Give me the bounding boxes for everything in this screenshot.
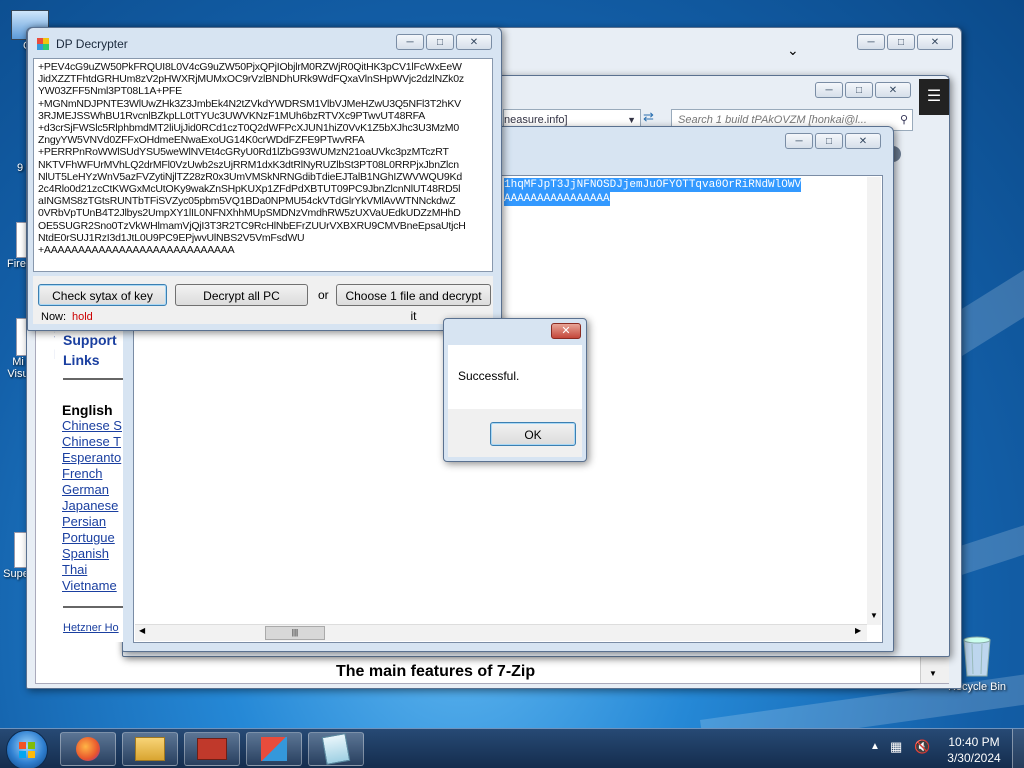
choose-file-button[interactable]: Choose 1 file and decrypt it: [336, 284, 491, 323]
key-line: +PEV4cG9uZW50PkFRQUI8L0V4cG9uZW50PjxQPjI…: [38, 61, 462, 73]
file-explorer-icon: [135, 737, 165, 761]
firefox-icon: [76, 737, 100, 761]
decrypter-window-controls: ─ □ ✕: [396, 34, 492, 50]
scroll-left-arrow-icon[interactable]: ◀: [139, 626, 145, 635]
chevron-down-icon[interactable]: ⌄: [787, 42, 799, 59]
key-line: NKTVFhWFUrMVhLQ2drMFl0VzUwb2szUjRRM1dxK3…: [38, 158, 459, 171]
network-icon[interactable]: ▦: [890, 739, 908, 755]
message-body: Successful.: [448, 345, 582, 409]
status-value: hold: [72, 311, 93, 323]
close-button[interactable]: ✕: [551, 323, 581, 339]
status-label: Now:: [41, 311, 67, 323]
minimize-button[interactable]: ─: [815, 82, 843, 98]
key-line: aINGMS8zTGtsRUNTbTFiSVZyc05pbm5VQ1BDa0NP…: [38, 195, 456, 208]
check-syntax-button[interactable]: Check sytax of key: [38, 284, 167, 306]
selected-text-line: 1hqMFJpT3JjNFNOSDJjemJuOFYOTTqva0OrRiRNd…: [504, 178, 802, 192]
app-icon: [37, 38, 49, 50]
language-link[interactable]: Thai: [62, 562, 122, 578]
language-link[interactable]: Chinese S: [62, 418, 122, 434]
close-button[interactable]: ✕: [917, 34, 953, 50]
file-explorer-taskbar-button[interactable]: [122, 732, 178, 766]
control-panel-icon: [261, 737, 287, 761]
key-line: 2c4Rlo0d21zcCtKWGxMcUtOKy9wakZnSHpKUXp1Z…: [38, 183, 461, 196]
language-link[interactable]: Persian: [62, 514, 122, 530]
control-panel-taskbar-button[interactable]: [246, 732, 302, 766]
divider: [63, 378, 123, 380]
maximize-button[interactable]: □: [887, 34, 915, 50]
volume-muted-icon[interactable]: 🔇: [914, 739, 932, 755]
scroll-right-arrow-icon[interactable]: ▶: [855, 626, 861, 635]
divider: [63, 606, 123, 608]
toolbox-taskbar-button[interactable]: [184, 732, 240, 766]
notepad-taskbar-button[interactable]: [308, 732, 364, 766]
language-list: Chinese S Chinese T Esperanto French Ger…: [62, 418, 122, 594]
notepad-vertical-scrollbar[interactable]: ▼: [867, 177, 881, 625]
message-box[interactable]: ✕ Successful. OK: [443, 318, 587, 462]
language-link[interactable]: Chinese T: [62, 434, 122, 450]
key-line: 3RJMEJSSWhBU1RvcnlBZkpLL0tTYUc3UWVKNzF1M…: [38, 109, 426, 122]
key-line: +MGNmNDJPNTE3WlUwZHk3Z3JmbEk4N2tZVkdYWDR…: [38, 97, 461, 110]
windows-logo-icon: [19, 742, 35, 758]
show-hidden-icons-icon[interactable]: ▲: [870, 741, 880, 752]
firefox-taskbar-button[interactable]: [60, 732, 116, 766]
or-label: or: [318, 288, 329, 302]
hamburger-menu-icon[interactable]: ☰: [919, 79, 949, 115]
key-line: +d3crSjFWSlc5RlphbmdMT2liUjJid0RCd1czT0Q…: [38, 122, 459, 135]
recycle-bin-graphic: [963, 636, 991, 677]
minimize-button[interactable]: ─: [396, 34, 424, 50]
selected-text-line: AAAAAAAAAAAAAAAA: [504, 192, 610, 206]
close-button[interactable]: ✕: [845, 133, 881, 149]
key-line: 0VRbVpTUnB4T2Jlbys2UmpXY1lIL0NFNXhhMUpSM…: [38, 207, 461, 220]
minimize-button[interactable]: ─: [785, 133, 813, 149]
key-line: NtdE0rSUJ1RzI3d1JtL0U9PC9EPjwvUlNBS2V5Vm…: [38, 231, 305, 244]
ok-button[interactable]: OK: [490, 422, 576, 446]
key-line: JidXZZTFhtdGRHUm8zV2pHWXRjMUMxOC9rVzlBND…: [38, 73, 464, 86]
browser-window-controls: ─ □ ✕: [815, 82, 911, 98]
maximize-button[interactable]: □: [426, 34, 454, 50]
language-link[interactable]: Spanish: [62, 546, 122, 562]
language-link[interactable]: French: [62, 466, 122, 482]
key-line: YW03ZFF5Nml3PT08L1A+PFE: [38, 85, 182, 98]
scroll-down-arrow-icon[interactable]: ▼: [870, 611, 878, 620]
key-line: +AAAAAAAAAAAAAAAAAAAAAAAAAAAA: [38, 244, 235, 257]
language-link[interactable]: Esperanto: [62, 450, 122, 466]
hetzner-link[interactable]: Hetzner Ho: [63, 622, 119, 634]
bg-window-controls: ─ □ ✕: [857, 34, 953, 50]
maximize-button[interactable]: □: [845, 82, 873, 98]
message-text: Successful.: [458, 369, 520, 383]
language-heading: English: [62, 402, 113, 418]
minimize-button[interactable]: ─: [857, 34, 885, 50]
decrypt-all-button[interactable]: Decrypt all PC: [175, 284, 308, 306]
clock-date[interactable]: 3/30/2024: [946, 751, 1002, 765]
links-link[interactable]: Links: [63, 352, 100, 368]
close-button[interactable]: ✕: [456, 34, 492, 50]
key-line: +PERRPnRoWWlSUdYSU5weWlNVEt4cGRyU0Rd1lZb…: [38, 146, 449, 159]
dp-decrypter-window[interactable]: DP Decrypter ─ □ ✕ +PEV4cG9uZW50PkFRQUI8…: [27, 27, 502, 331]
toolbox-icon: [197, 738, 227, 760]
maximize-button[interactable]: □: [815, 133, 843, 149]
language-link[interactable]: Japanese: [62, 498, 122, 514]
horizontal-scrollbar-thumb[interactable]: |||: [265, 626, 325, 640]
clock-time[interactable]: 10:40 PM: [946, 735, 1002, 749]
page-heading: The main features of 7-Zip: [336, 663, 536, 680]
key-line: ZngyYW5VNVd0ZFFxOHdmeENwaExoUG14K0crWDdF…: [38, 134, 365, 147]
webpage-left-column: Support Links English Chinese S Chinese …: [55, 330, 123, 642]
support-link[interactable]: Support: [63, 332, 117, 348]
window-title: DP Decrypter: [56, 37, 128, 51]
language-link[interactable]: German: [62, 482, 122, 498]
search-icon[interactable]: ⚲: [900, 110, 908, 130]
key-line: OE5SUGR2Sno0TzVkWHlmamVjQjI3T3R2TC9RcHlN…: [38, 219, 466, 232]
language-link[interactable]: Vietname: [62, 578, 122, 594]
key-textbox[interactable]: +PEV4cG9uZW50PkFRQUI8L0V4cG9uZW50PjxQPjI…: [33, 58, 493, 272]
close-button[interactable]: ✕: [875, 82, 911, 98]
language-link[interactable]: Portugue: [62, 530, 122, 546]
scroll-down-arrow-icon[interactable]: ▼: [929, 669, 937, 678]
notepad-icon: [321, 733, 351, 765]
key-line: NlUT5LeHYzWnV5azFVZytiNjlTZ28zR0x3UmVMSk…: [38, 170, 462, 183]
show-desktop-button[interactable]: [1012, 729, 1024, 768]
notepad-window-controls: ─ □ ✕: [785, 133, 881, 149]
horizontal-scrollbar[interactable]: ◀ ||| ▶: [135, 624, 867, 641]
start-button[interactable]: [6, 730, 48, 768]
taskbar: ▲ ▦ 🔇 10:40 PM 3/30/2024: [0, 728, 1024, 768]
